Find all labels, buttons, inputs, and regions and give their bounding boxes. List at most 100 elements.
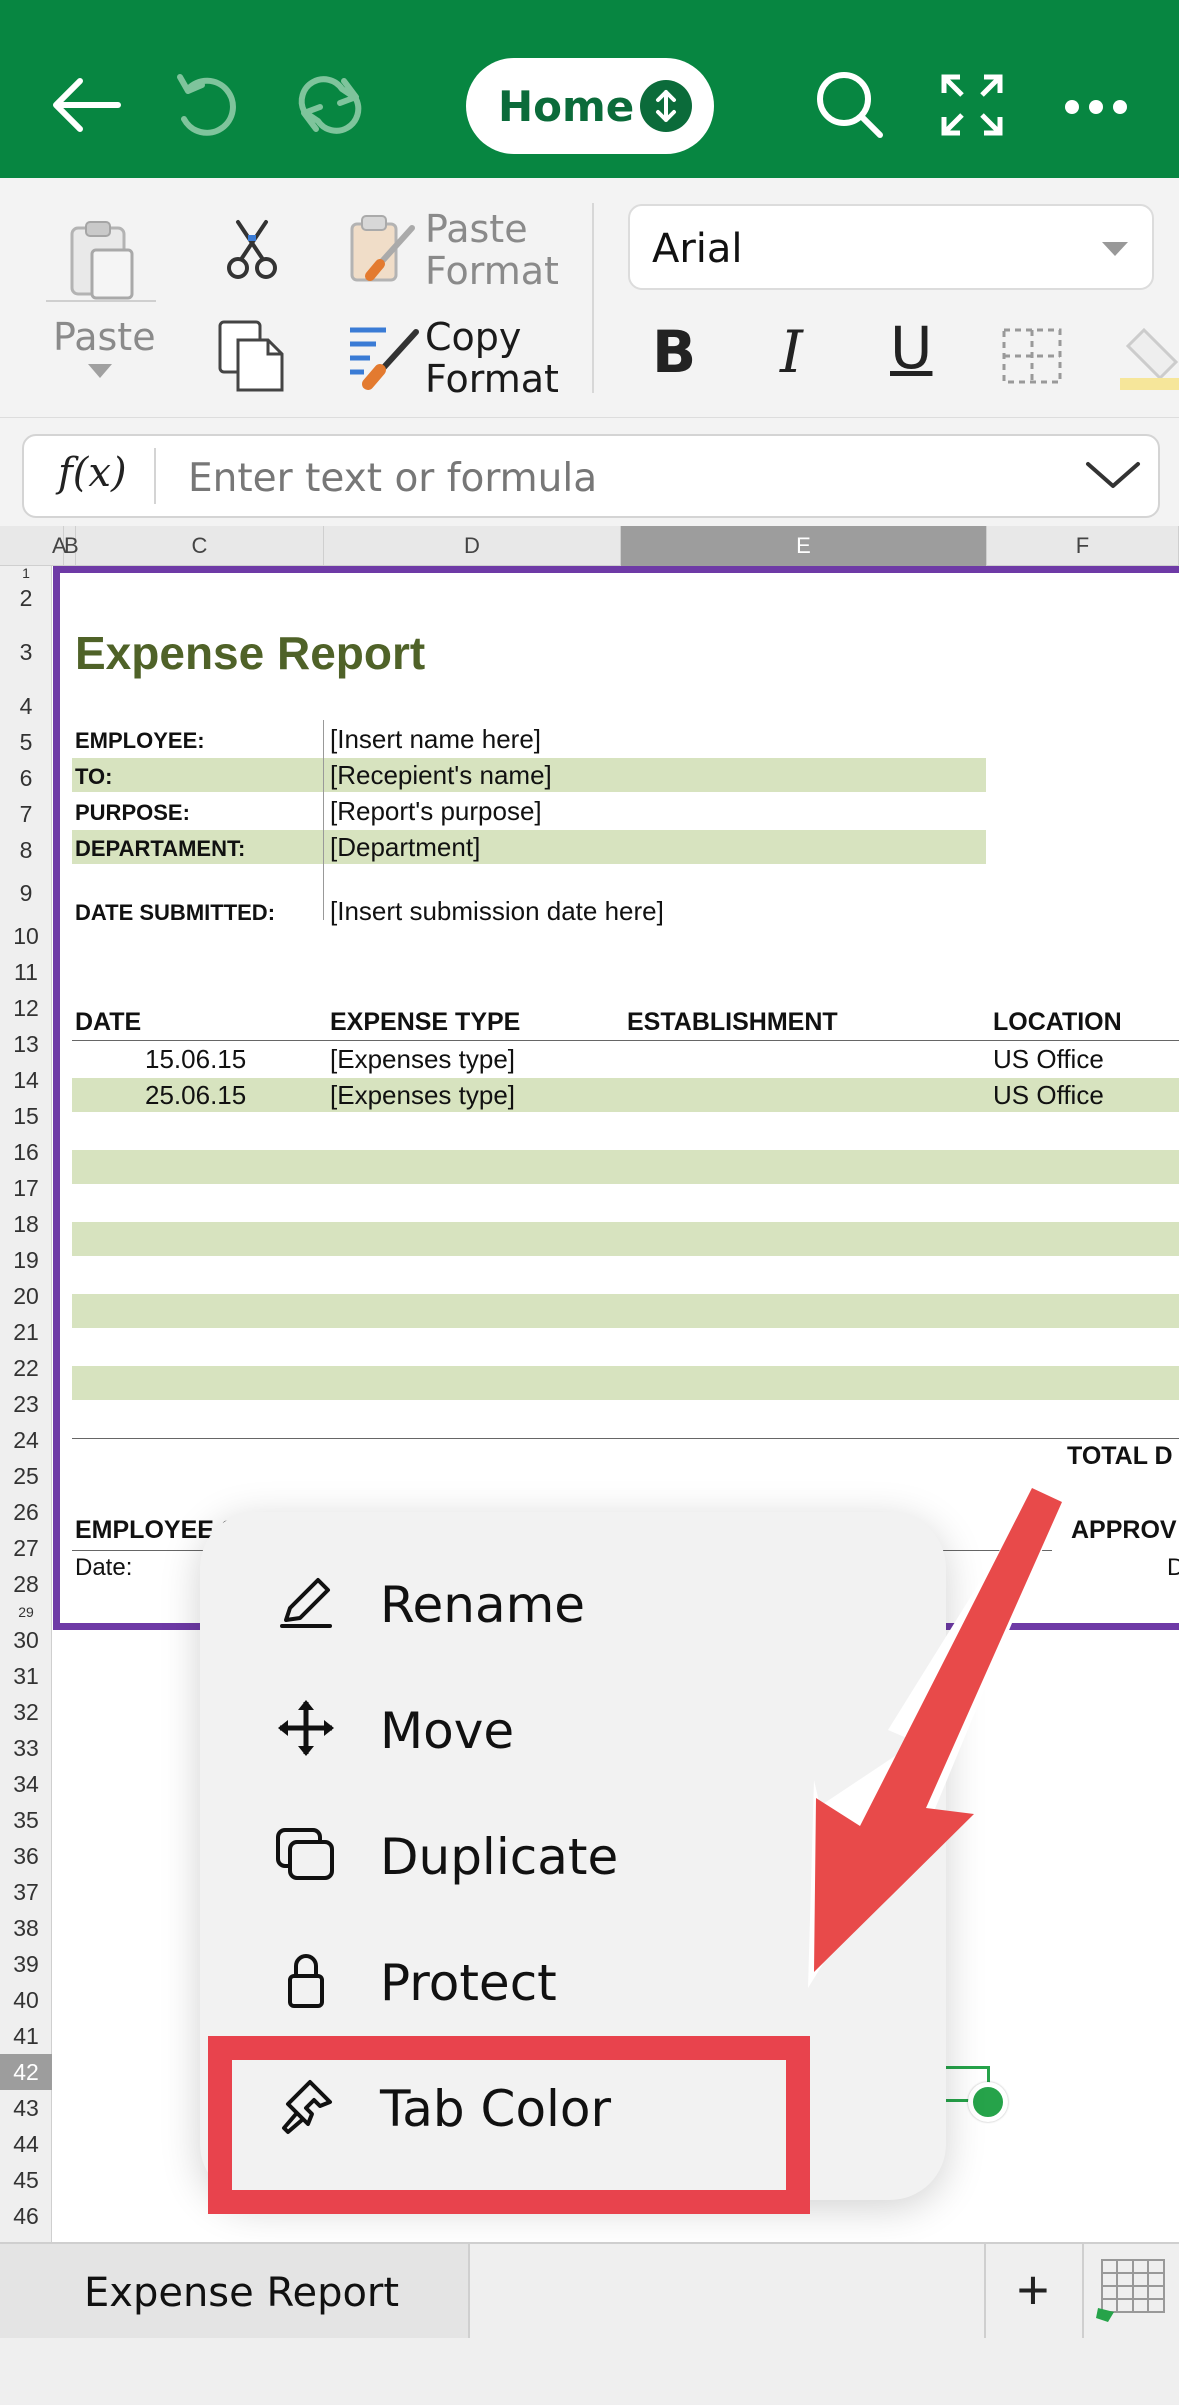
row-header-39[interactable]: 39 <box>0 1946 52 1982</box>
row-header-32[interactable]: 32 <box>0 1694 52 1730</box>
column-header-d[interactable]: D <box>324 526 621 566</box>
table-header-location[interactable]: LOCATION <box>993 1008 1122 1037</box>
formula-input[interactable]: Enter text or formula <box>188 456 597 501</box>
paste-label[interactable]: Paste <box>53 316 156 358</box>
row-header-17[interactable]: 17 <box>0 1170 52 1206</box>
copy-icon[interactable] <box>216 318 288 394</box>
field-label[interactable]: PURPOSE: <box>75 800 190 826</box>
bold-button[interactable]: B <box>652 318 696 386</box>
field-value[interactable]: [Report's purpose] <box>330 796 542 827</box>
table-row-date[interactable]: 25.06.15 <box>145 1080 246 1111</box>
total-label[interactable]: TOTAL D <box>1067 1442 1173 1471</box>
formula-bar[interactable]: f(x) Enter text or formula <box>22 434 1160 518</box>
row-header-34[interactable]: 34 <box>0 1766 52 1802</box>
row-header-5[interactable]: 5 <box>0 724 52 760</box>
row-header-30[interactable]: 30 <box>0 1622 52 1658</box>
row-header-7[interactable]: 7 <box>0 796 52 832</box>
table-row-type[interactable]: [Expenses type] <box>330 1080 515 1111</box>
row-header-3[interactable]: 3 <box>0 616 52 688</box>
chevron-down-icon[interactable] <box>1084 454 1142 494</box>
row-header-6[interactable]: 6 <box>0 760 52 796</box>
column-header-b[interactable]: B <box>64 526 79 566</box>
row-header-29[interactable]: 29 <box>0 1602 52 1622</box>
sheet-tab-expense-report[interactable]: Expense Report <box>0 2244 470 2340</box>
back-arrow-icon[interactable] <box>36 55 136 155</box>
row-header-40[interactable]: 40 <box>0 1982 52 2018</box>
row-header-21[interactable]: 21 <box>0 1314 52 1350</box>
row-header-22[interactable]: 22 <box>0 1350 52 1386</box>
fill-color-icon[interactable] <box>1120 326 1179 390</box>
paste-clipboard-icon[interactable] <box>62 216 140 308</box>
row-header-31[interactable]: 31 <box>0 1658 52 1694</box>
row-header-1[interactable]: 1 <box>0 566 52 580</box>
table-row-type[interactable]: [Expenses type] <box>330 1044 515 1075</box>
field-value[interactable]: [Department] <box>330 832 480 863</box>
row-header-8[interactable]: 8 <box>0 832 52 868</box>
paste-format-line1[interactable]: Paste <box>425 208 528 250</box>
row-header-20[interactable]: 20 <box>0 1278 52 1314</box>
row-header-12[interactable]: 12 <box>0 990 52 1026</box>
row-header-37[interactable]: 37 <box>0 1874 52 1910</box>
row-header-45[interactable]: 45 <box>0 2162 52 2198</box>
home-tab-switcher[interactable]: Home <box>466 58 714 154</box>
row-header-35[interactable]: 35 <box>0 1802 52 1838</box>
scissors-icon[interactable] <box>222 218 282 280</box>
column-header-c[interactable]: C <box>76 526 324 566</box>
field-value[interactable]: [Insert submission date here] <box>330 896 664 927</box>
undo-icon[interactable] <box>158 55 258 155</box>
redo-icon[interactable] <box>280 55 380 155</box>
date-label[interactable]: Date: <box>75 1554 132 1582</box>
copy-format-line1[interactable]: Copy <box>425 316 521 358</box>
row-header-14[interactable]: 14 <box>0 1062 52 1098</box>
row-header-27[interactable]: 27 <box>0 1530 52 1566</box>
table-header-expense-type[interactable]: EXPENSE TYPE <box>330 1008 520 1037</box>
table-row-date[interactable]: 15.06.15 <box>145 1044 246 1075</box>
field-label[interactable]: DEPARTAMENT: <box>75 836 245 862</box>
row-header-11[interactable]: 11 <box>0 954 52 990</box>
paste-caret-icon[interactable] <box>88 364 112 378</box>
fx-icon[interactable]: f(x) <box>58 450 127 496</box>
row-header-38[interactable]: 38 <box>0 1910 52 1946</box>
row-header-25[interactable]: 25 <box>0 1458 52 1494</box>
row-header-19[interactable]: 19 <box>0 1242 52 1278</box>
field-label[interactable]: TO: <box>75 764 112 790</box>
fullscreen-icon[interactable] <box>922 55 1022 155</box>
row-header-9[interactable]: 9 <box>0 868 52 918</box>
row-header-13[interactable]: 13 <box>0 1026 52 1062</box>
row-header-36[interactable]: 36 <box>0 1838 52 1874</box>
paste-format-icon[interactable] <box>346 210 422 286</box>
search-icon[interactable] <box>800 55 900 155</box>
field-value[interactable]: [Recepient's name] <box>330 760 552 791</box>
row-header-23[interactable]: 23 <box>0 1386 52 1422</box>
row-header-46[interactable]: 46 <box>0 2198 52 2234</box>
row-header-43[interactable]: 43 <box>0 2090 52 2126</box>
row-header-18[interactable]: 18 <box>0 1206 52 1242</box>
sheet-title[interactable]: Expense Report <box>75 626 425 680</box>
row-header-15[interactable]: 15 <box>0 1098 52 1134</box>
selection-handle[interactable] <box>968 2082 1008 2122</box>
table-row-location[interactable]: US Office <box>993 1080 1104 1111</box>
paste-format-line2[interactable]: Format <box>425 250 559 292</box>
table-header-date[interactable]: DATE <box>75 1008 141 1037</box>
date-label-right[interactable]: D <box>1167 1554 1179 1582</box>
table-row-location[interactable]: US Office <box>993 1044 1104 1075</box>
underline-button[interactable]: U <box>890 314 932 382</box>
table-header-establishment[interactable]: ESTABLISHMENT <box>627 1008 838 1037</box>
field-label[interactable]: EMPLOYEE: <box>75 728 205 754</box>
copy-format-icon[interactable] <box>346 322 422 392</box>
add-sheet-button[interactable]: + <box>984 2244 1080 2340</box>
row-header-16[interactable]: 16 <box>0 1134 52 1170</box>
row-header-2[interactable]: 2 <box>0 580 52 616</box>
copy-format-line2[interactable]: Format <box>425 358 559 400</box>
row-header-33[interactable]: 33 <box>0 1730 52 1766</box>
column-header-f[interactable]: F <box>987 526 1179 566</box>
row-header-24[interactable]: 24 <box>0 1422 52 1458</box>
row-header-41[interactable]: 41 <box>0 2018 52 2054</box>
italic-button[interactable]: I <box>780 318 803 386</box>
borders-icon[interactable] <box>1000 326 1064 386</box>
more-icon[interactable] <box>1046 55 1146 155</box>
column-header-e[interactable]: E <box>621 526 987 566</box>
row-header-28[interactable]: 28 <box>0 1566 52 1602</box>
row-header-26[interactable]: 26 <box>0 1494 52 1530</box>
row-header-44[interactable]: 44 <box>0 2126 52 2162</box>
